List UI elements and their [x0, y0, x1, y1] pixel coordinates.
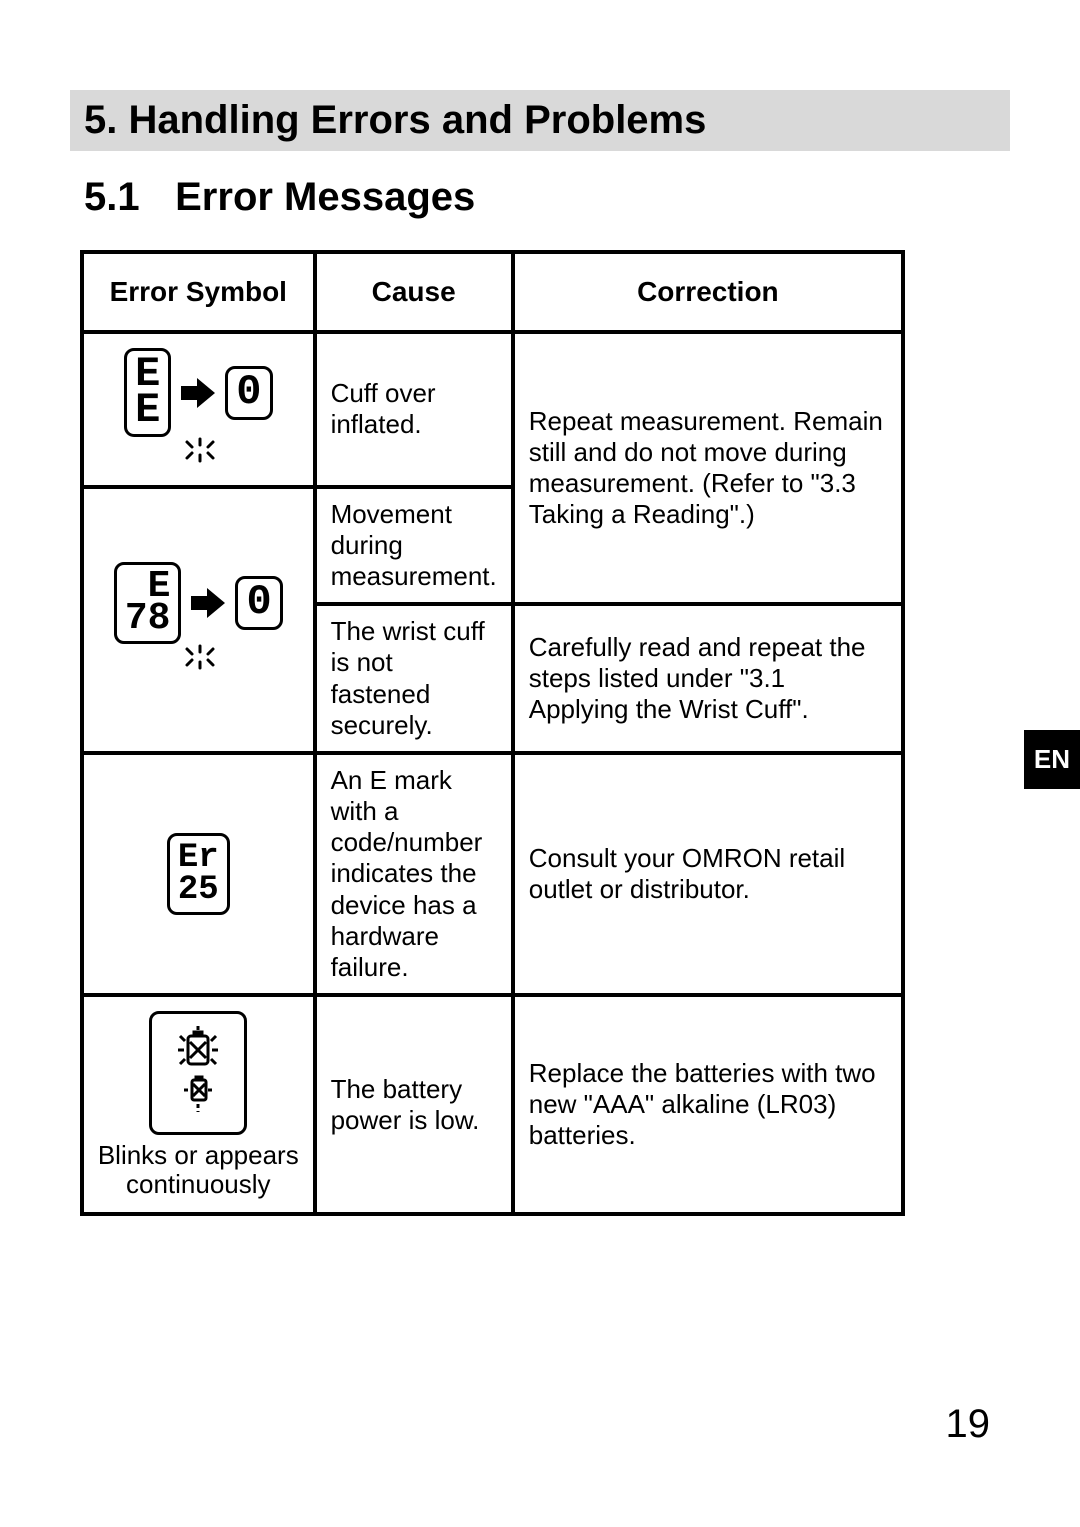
page-number: 19: [946, 1402, 991, 1447]
subsection-number: 5.1: [84, 175, 164, 220]
cause-cell: The wrist cuff is not fastened securely.: [315, 604, 513, 753]
correction-cell: Repeat measurement. Remain still and do …: [513, 332, 903, 604]
lcd-icon: E E: [124, 348, 171, 437]
col-cause: Cause: [315, 252, 513, 332]
col-error-symbol: Error Symbol: [82, 252, 315, 332]
lcd-icon: 0: [225, 366, 272, 420]
language-tab: EN: [1024, 730, 1080, 789]
cause-cell: An E mark with a code/number indicates t…: [315, 753, 513, 995]
blink-icon: [183, 437, 217, 470]
battery-low-icon: [170, 1026, 226, 1116]
symbol-caption: Blinks or appears continuously: [90, 1141, 307, 1198]
error-symbol-ee: E E 0: [90, 348, 307, 437]
blink-icon: [183, 644, 217, 677]
table-row: Blinks or appears continuously The batte…: [82, 995, 903, 1214]
subsection-title: Error Messages: [175, 175, 475, 219]
correction-cell: Carefully read and repeat the steps list…: [513, 604, 903, 753]
subsection-heading: 5.1 Error Messages: [84, 175, 1010, 220]
lcd-icon: E 78: [114, 562, 182, 645]
col-correction: Correction: [513, 252, 903, 332]
correction-cell: Consult your OMRON retail outlet or dist…: [513, 753, 903, 995]
arrow-right-icon: [181, 378, 215, 408]
error-table: Error Symbol Cause Correction E E 0: [80, 250, 905, 1216]
arrow-right-icon: [191, 588, 225, 618]
table-row: E E 0: [82, 332, 903, 487]
section-title: 5. Handling Errors and Problems: [70, 90, 1010, 151]
table-row: Er 25 An E mark with a code/number indic…: [82, 753, 903, 995]
correction-cell: Replace the batteries with two new "AAA"…: [513, 995, 903, 1214]
error-symbol-er25: Er 25: [167, 833, 230, 916]
cause-cell: Cuff over inflated.: [315, 332, 513, 487]
error-symbol-e78: E 78 0: [90, 562, 307, 645]
lcd-icon: 0: [235, 576, 282, 630]
cause-cell: The battery power is low.: [315, 995, 513, 1214]
cause-cell: Movement during measurement.: [315, 487, 513, 605]
error-symbol-battery: [90, 1011, 307, 1135]
